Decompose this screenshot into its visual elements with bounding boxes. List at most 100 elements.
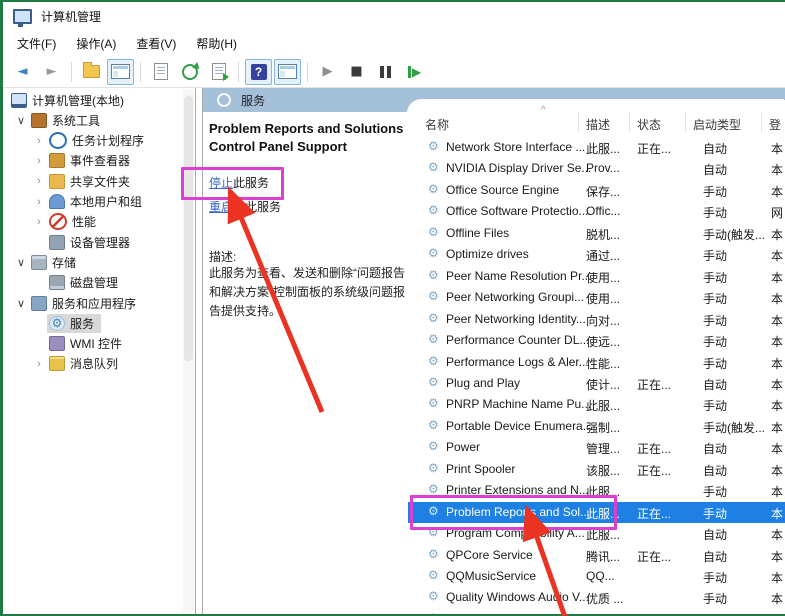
column-header-startup[interactable]: 启动类型 xyxy=(693,116,741,133)
pane-divider[interactable] xyxy=(195,88,203,614)
expand-chevron-icon[interactable]: › xyxy=(31,216,47,228)
up-level-button[interactable] xyxy=(78,59,105,85)
menu-file[interactable]: 文件(F) xyxy=(7,31,66,56)
toolbar-separator xyxy=(238,62,239,82)
collapse-chevron-icon[interactable]: ∨ xyxy=(13,297,29,310)
tree-item-wmi-control[interactable]: WMI 控件 xyxy=(31,334,129,354)
service-logon-as: 本 xyxy=(771,226,783,243)
expand-chevron-icon[interactable]: › xyxy=(31,358,47,370)
service-row[interactable]: ⚙Peer Networking Groupi...使用...手动本 xyxy=(408,287,785,308)
column-separator[interactable] xyxy=(629,112,630,132)
expand-chevron-icon[interactable]: › xyxy=(31,196,47,208)
collapse-chevron-icon[interactable]: ∨ xyxy=(13,256,29,269)
column-separator[interactable] xyxy=(761,112,762,132)
restart-service-button[interactable]: ▶ xyxy=(401,59,428,85)
tree-item-task-scheduler[interactable]: ›任务计划程序 xyxy=(31,131,151,151)
service-row[interactable]: ⚙Print Spooler该服...正在...自动本 xyxy=(408,459,785,480)
service-name: Program Compatibility A... xyxy=(446,526,585,540)
tree-item-label: 事件查看器 xyxy=(70,152,130,169)
back-arrow-icon: ◄ xyxy=(18,64,28,80)
tree-item-label: 本地用户和组 xyxy=(70,193,142,210)
service-title: Problem Reports and Solutions Control Pa… xyxy=(209,120,403,156)
forward-button[interactable]: ► xyxy=(38,59,65,85)
expand-chevron-icon[interactable]: › xyxy=(31,155,47,167)
service-startup-type: 自动 xyxy=(703,440,727,457)
restart-icon: ▶ xyxy=(408,65,421,79)
tree-item-device-manager[interactable]: 设备管理器 xyxy=(31,232,137,252)
start-service-button[interactable]: ▶ xyxy=(314,59,341,85)
tree-item-storage[interactable]: ∨ 存储 xyxy=(13,252,83,272)
service-row[interactable]: ⚙Problem Reports and Sol...此服...正在...手动本 xyxy=(408,502,785,523)
service-row[interactable]: ⚙Peer Networking Identity...向对...手动本 xyxy=(408,309,785,330)
tree-scrollbar[interactable] xyxy=(183,90,194,612)
tree-item-shared-folders[interactable]: ›共享文件夹 xyxy=(31,171,137,191)
service-row[interactable]: ⚙Printer Extensions and N...此服...手动本 xyxy=(408,480,785,501)
column-separator[interactable] xyxy=(578,112,579,132)
service-row[interactable]: ⚙Offline Files脱机...手动(触发...本 xyxy=(408,223,785,244)
column-header-status[interactable]: 状态 xyxy=(637,116,661,133)
tree-item-services[interactable]: ⚙服务 xyxy=(31,313,101,333)
service-row[interactable]: ⚙Performance Counter DL...使远...手动本 xyxy=(408,330,785,351)
show-console-tree-button[interactable] xyxy=(107,59,134,85)
tree-item-services-and-applications[interactable]: ∨服务和应用程序 xyxy=(13,293,143,313)
export-list-button[interactable] xyxy=(205,59,232,85)
column-header-desc[interactable]: 描述 xyxy=(586,116,610,133)
properties-button[interactable] xyxy=(147,59,174,85)
service-gear-icon: ⚙ xyxy=(428,139,439,153)
performance-icon xyxy=(49,213,67,230)
tree-item-label: 存储 xyxy=(52,254,76,271)
computer-management-window: 计算机管理 文件(F)操作(A)查看(V)帮助(H) ◄►?▶■▶ 计算机管理(… xyxy=(3,2,785,614)
service-startup-type: 手动 xyxy=(703,269,727,286)
services-list-card: 名称描述状态启动类型登^ ⚙Network Store Interface ..… xyxy=(408,100,785,614)
tree-item-system-tools[interactable]: ∨系统工具 xyxy=(13,110,107,130)
tree-item-computer-management[interactable]: 计算机管理(本地) xyxy=(9,90,131,110)
menu-help[interactable]: 帮助(H) xyxy=(186,31,247,56)
tree-item-message-queuing[interactable]: ›消息队列 xyxy=(31,354,125,374)
expand-chevron-icon[interactable]: › xyxy=(31,135,47,147)
service-row[interactable]: ⚙Power管理...正在...自动本 xyxy=(408,437,785,458)
tree-item-disk-management[interactable]: 磁盘管理 xyxy=(31,273,125,293)
service-row[interactable]: ⚙Performance Logs & Aler...性能...手动本 xyxy=(408,352,785,373)
column-header-name[interactable]: 名称 xyxy=(425,116,449,133)
menu-action[interactable]: 操作(A) xyxy=(66,31,126,56)
service-row[interactable]: ⚙NVIDIA Display Driver Se...Prov...自动本 xyxy=(408,158,785,179)
service-row[interactable]: ⚙Plug and Play使计...正在...自动本 xyxy=(408,373,785,394)
help-button[interactable]: ? xyxy=(245,59,272,85)
tree-item-local-users-groups[interactable]: › 本地用户和组 xyxy=(31,192,149,212)
service-row[interactable]: ⚙Office Source Engine保存...手动本 xyxy=(408,180,785,201)
service-description-cell: 此服... xyxy=(586,483,620,500)
tree-scrollbar-thumb[interactable] xyxy=(184,96,193,361)
service-row[interactable]: ⚙Portable Device Enumera...强制...手动(触发...… xyxy=(408,416,785,437)
device-manager-icon xyxy=(49,235,65,250)
service-row[interactable]: ⚙Remote Access Auto C...无论...手动本 xyxy=(408,609,785,614)
service-row[interactable]: ⚙QPCore Service腾讯...正在...自动本 xyxy=(408,545,785,566)
service-row[interactable]: ⚙Office Software Protectio...Offic...手动网 xyxy=(408,201,785,222)
collapse-chevron-icon[interactable]: ∨ xyxy=(13,114,29,127)
service-row[interactable]: ⚙QQMusicServiceQQ...手动本 xyxy=(408,566,785,587)
toolbar-separator xyxy=(140,62,141,82)
column-separator[interactable] xyxy=(685,112,686,132)
service-status: 正在... xyxy=(637,140,671,157)
tree-item-performance[interactable]: ›性能 xyxy=(31,212,103,232)
column-header-logon[interactable]: 登 xyxy=(769,116,781,133)
service-row[interactable]: ⚙Peer Name Resolution Pr...使用...手动本 xyxy=(408,266,785,287)
restart-service-link[interactable]: 重启动 xyxy=(209,200,245,214)
show-action-pane-button[interactable] xyxy=(274,59,301,85)
service-row[interactable]: ⚙Program Compatibility A...此服...自动本 xyxy=(408,523,785,544)
service-startup-type: 手动 xyxy=(703,290,727,307)
menu-view[interactable]: 查看(V) xyxy=(126,31,186,56)
refresh-button[interactable] xyxy=(176,59,203,85)
service-row[interactable]: ⚙PNRP Machine Name Pu...此服...手动本 xyxy=(408,394,785,415)
folder-up-icon xyxy=(83,65,100,78)
service-description-cell: 保存... xyxy=(586,183,620,200)
stop-service-button[interactable]: ■ xyxy=(343,59,370,85)
service-row[interactable]: ⚙Network Store Interface ...此服...正在...自动… xyxy=(408,137,785,158)
tree-item-event-viewer[interactable]: › 事件查看器 xyxy=(31,151,137,171)
service-row[interactable]: ⚙Optimize drives通过...手动本 xyxy=(408,244,785,265)
service-gear-icon: ⚙ xyxy=(428,375,439,389)
service-row[interactable]: ⚙Quality Windows Audio V...优质 ...手动本 xyxy=(408,587,785,608)
stop-service-link[interactable]: 停止 xyxy=(209,176,233,190)
expand-chevron-icon[interactable]: › xyxy=(31,175,47,187)
pause-service-button[interactable] xyxy=(372,59,399,85)
back-button[interactable]: ◄ xyxy=(9,59,36,85)
